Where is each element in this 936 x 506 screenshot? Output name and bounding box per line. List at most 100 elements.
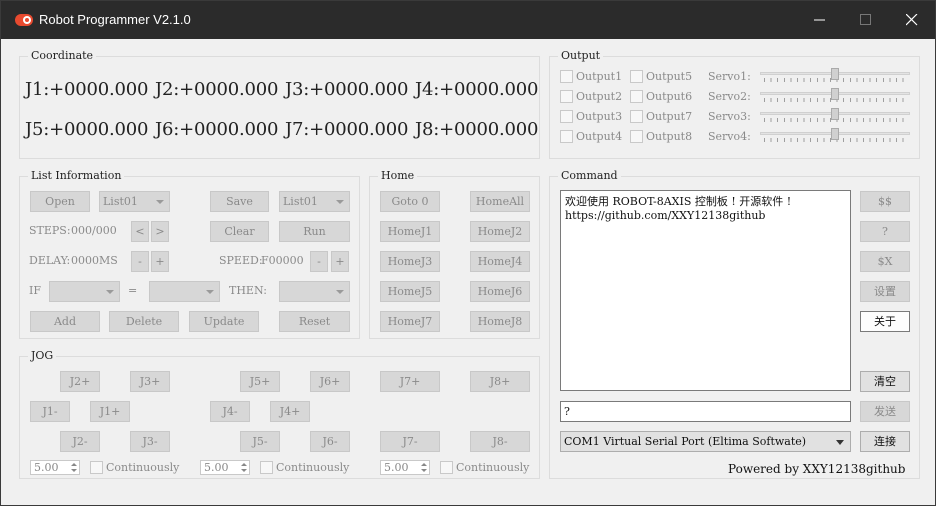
delay-minus-button[interactable]: -	[131, 251, 149, 272]
home-j4-button[interactable]: HomeJ4	[470, 251, 530, 272]
jog-j4-minus-button[interactable]: J4-	[210, 401, 250, 422]
home-j6-button[interactable]: HomeJ6	[470, 281, 530, 302]
unlock-button[interactable]: $X	[860, 251, 910, 272]
status-query-button[interactable]: $$	[860, 191, 910, 212]
output3-checkbox[interactable]	[560, 110, 573, 123]
about-button[interactable]: 关于	[860, 311, 910, 332]
jog-j6-plus-button[interactable]: J6+	[310, 371, 350, 392]
joint-readout-j3: J3:+0000.000	[285, 79, 409, 100]
joint-readout-j6: J6:+0000.000	[155, 119, 279, 140]
group-title: Home	[378, 169, 418, 182]
jog-j1-plus-button[interactable]: J1+	[90, 401, 130, 422]
list-select-2[interactable]: List01	[279, 191, 350, 212]
home-j8-button[interactable]: HomeJ8	[470, 311, 530, 332]
serial-port-value: COM1 Virtual Serial Port (Eltima Softwat…	[564, 435, 807, 448]
minimize-button[interactable]	[797, 1, 843, 39]
update-button[interactable]: Update	[189, 311, 259, 332]
clear-button[interactable]: Clear	[210, 221, 269, 242]
jog-j7-plus-button[interactable]: J7+	[380, 371, 440, 392]
servo4-slider[interactable]	[760, 128, 910, 144]
output7-checkbox[interactable]	[630, 110, 643, 123]
slider-thumb[interactable]	[831, 68, 839, 80]
connect-button[interactable]: 连接	[860, 431, 910, 452]
servo1-slider[interactable]	[760, 68, 910, 84]
jog-j2-plus-button[interactable]: J2+	[60, 371, 100, 392]
spin-up-icon[interactable]	[241, 463, 247, 466]
list-information-group: List Information Open List01 Save List01…	[19, 169, 360, 339]
send-button[interactable]: 发送	[860, 401, 910, 422]
jog-j5-minus-button[interactable]: J5-	[240, 431, 280, 452]
jog-j2-minus-button[interactable]: J2-	[60, 431, 100, 452]
next-step-button[interactable]: >	[151, 221, 169, 242]
spin-up-icon[interactable]	[71, 463, 77, 466]
jog-j8-minus-button[interactable]: J8-	[470, 431, 530, 452]
spin-down-icon[interactable]	[421, 469, 427, 472]
output4-checkbox[interactable]	[560, 130, 573, 143]
output2-checkbox[interactable]	[560, 90, 573, 103]
speed-minus-button[interactable]: -	[310, 251, 328, 272]
delete-button[interactable]: Delete	[109, 311, 179, 332]
save-button[interactable]: Save	[210, 191, 269, 212]
continuously-checkbox-3[interactable]	[440, 461, 453, 474]
output8-checkbox[interactable]	[630, 130, 643, 143]
chevron-down-icon	[106, 290, 114, 294]
home-j7-button[interactable]: HomeJ7	[380, 311, 440, 332]
jog-j8-plus-button[interactable]: J8+	[470, 371, 530, 392]
speed-plus-button[interactable]: +	[331, 251, 349, 272]
open-button[interactable]: Open	[30, 191, 90, 212]
app-icon	[15, 14, 33, 26]
servo3-slider[interactable]	[760, 108, 910, 124]
command-input[interactable]: ?	[560, 401, 851, 422]
run-button[interactable]: Run	[279, 221, 350, 242]
joint-readout-j7: J7:+0000.000	[285, 119, 409, 140]
joint-readout-j5: J5:+0000.000	[25, 119, 149, 140]
spin-up-icon[interactable]	[421, 463, 427, 466]
condition-select[interactable]	[149, 281, 220, 302]
group-title: List Information	[28, 169, 125, 182]
jog-j3-plus-button[interactable]: J3+	[130, 371, 170, 392]
home-j5-button[interactable]: HomeJ5	[380, 281, 440, 302]
help-query-button[interactable]: ?	[860, 221, 910, 242]
serial-port-select[interactable]: COM1 Virtual Serial Port (Eltima Softwat…	[560, 431, 851, 452]
continuously-checkbox-2[interactable]	[260, 461, 273, 474]
settings-button[interactable]: 设置	[860, 281, 910, 302]
home-j3-button[interactable]: HomeJ3	[380, 251, 440, 272]
reset-button[interactable]: Reset	[279, 311, 350, 332]
spin-down-icon[interactable]	[241, 469, 247, 472]
jog-step-input-2[interactable]: 5.00	[200, 460, 250, 475]
slider-thumb[interactable]	[831, 128, 839, 140]
delay-plus-button[interactable]: +	[151, 251, 169, 272]
then-select[interactable]	[279, 281, 350, 302]
home-j2-button[interactable]: HomeJ2	[470, 221, 530, 242]
joint-readout-j2: J2:+0000.000	[155, 79, 279, 100]
jog-j1-minus-button[interactable]: J1-	[30, 401, 70, 422]
continuously-checkbox-1[interactable]	[90, 461, 103, 474]
output6-checkbox[interactable]	[630, 90, 643, 103]
home-j1-button[interactable]: HomeJ1	[380, 221, 440, 242]
slider-thumb[interactable]	[831, 88, 839, 100]
output1-checkbox[interactable]	[560, 70, 573, 83]
output2-label: Output2	[576, 90, 623, 103]
maximize-button[interactable]	[843, 1, 889, 39]
jog-j5-plus-button[interactable]: J5+	[240, 371, 280, 392]
home-all-button[interactable]: HomeAll	[470, 191, 530, 212]
slider-thumb[interactable]	[831, 108, 839, 120]
list-select-1[interactable]: List01	[99, 191, 170, 212]
clear-log-button[interactable]: 清空	[860, 371, 910, 392]
jog-step-input-1[interactable]: 5.00	[30, 460, 80, 475]
jog-j7-minus-button[interactable]: J7-	[380, 431, 440, 452]
add-button[interactable]: Add	[30, 311, 100, 332]
close-button[interactable]	[889, 1, 935, 39]
jog-j6-minus-button[interactable]: J6-	[310, 431, 350, 452]
jog-j3-minus-button[interactable]: J3-	[130, 431, 170, 452]
prev-step-button[interactable]: <	[131, 221, 149, 242]
steps-value: 000/000	[71, 224, 117, 237]
jog-j4-plus-button[interactable]: J4+	[270, 401, 310, 422]
jog-step-input-3[interactable]: 5.00	[380, 460, 430, 475]
servo2-slider[interactable]	[760, 88, 910, 104]
if-select[interactable]	[49, 281, 120, 302]
command-log[interactable]: 欢迎使用 ROBOT-8AXIS 控制板 ! 开源软件 ! https://gi…	[560, 190, 851, 391]
spin-down-icon[interactable]	[71, 469, 77, 472]
goto-zero-button[interactable]: Goto 0	[380, 191, 440, 212]
output5-checkbox[interactable]	[630, 70, 643, 83]
